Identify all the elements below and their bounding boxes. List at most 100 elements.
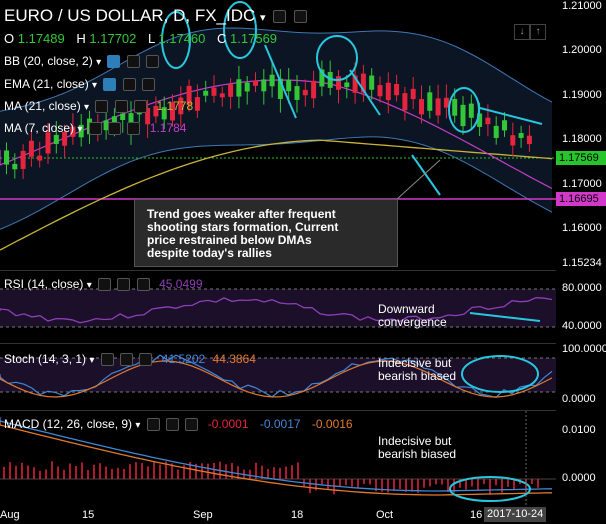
ohlc-close-value: 1.17569 bbox=[230, 31, 278, 46]
annotation-callout[interactable]: Trend goes weaker after frequent shootin… bbox=[134, 199, 398, 267]
macd-tick: 0.0100 bbox=[562, 424, 596, 436]
stoch-d-value: 44.3864 bbox=[212, 352, 256, 366]
eye-icon[interactable] bbox=[95, 100, 109, 114]
stoch-k-value: 41.5202 bbox=[161, 352, 206, 366]
candle-body bbox=[219, 93, 225, 98]
indicator-ma21[interactable]: MA (21, close) ▾ 1.1778 bbox=[4, 99, 194, 114]
time-axis[interactable]: Aug 15 Sep 18 Oct 16 2017-10-24 bbox=[0, 506, 606, 524]
eye-icon[interactable] bbox=[98, 278, 112, 292]
price-tick: 1.21000 bbox=[562, 0, 602, 12]
stoch-tick: 0.0000 bbox=[562, 393, 596, 405]
close-icon[interactable] bbox=[134, 100, 148, 114]
settings-icon[interactable] bbox=[120, 353, 134, 367]
indicator-bb-label[interactable]: BB (20, close, 2) bbox=[4, 54, 93, 68]
chevron-down-icon[interactable]: ▾ bbox=[77, 124, 82, 135]
indicator-ema-label[interactable]: EMA (21, close) bbox=[4, 77, 89, 91]
rsi-label[interactable]: RSI (14, close) bbox=[4, 277, 83, 291]
chevron-down-icon[interactable]: ▾ bbox=[96, 57, 101, 68]
stoch-legend[interactable]: Stoch (14, 3, 1) ▾ 41.5202 44.3864 bbox=[4, 352, 256, 367]
eye-icon[interactable] bbox=[107, 55, 121, 69]
macd-axis: 0.0100 0.0000 bbox=[556, 410, 606, 506]
settings-icon[interactable] bbox=[126, 55, 140, 69]
candle-body bbox=[286, 79, 292, 92]
rsi-tick: 40.0000 bbox=[562, 320, 602, 332]
chevron-down-icon[interactable]: ▾ bbox=[260, 12, 266, 24]
close-icon[interactable] bbox=[294, 10, 308, 24]
price-axis[interactable]: 1.21000 1.20000 1.19000 1.18000 1.17000 … bbox=[556, 0, 606, 269]
close-icon[interactable] bbox=[139, 353, 153, 367]
candle-body bbox=[253, 80, 258, 86]
ohlc-close-key: C bbox=[217, 31, 227, 46]
candle-body bbox=[344, 82, 350, 88]
macd-label[interactable]: MACD (12, 26, close, 9) bbox=[4, 417, 132, 431]
close-icon[interactable] bbox=[127, 122, 141, 136]
settings-icon[interactable] bbox=[114, 100, 128, 114]
time-label: 16 bbox=[470, 509, 483, 521]
trend-arrow bbox=[411, 154, 441, 196]
macd-signal-line bbox=[0, 421, 553, 496]
candle-body bbox=[20, 150, 26, 169]
chevron-down-icon[interactable]: ▾ bbox=[135, 420, 140, 431]
candle-body bbox=[203, 90, 209, 96]
candle-body bbox=[53, 134, 59, 144]
candle-body bbox=[302, 89, 308, 96]
symbol-title[interactable]: EURO / US DOLLAR, D, FX_IDC bbox=[4, 6, 255, 25]
candle-body bbox=[502, 120, 507, 131]
settings-icon[interactable] bbox=[122, 78, 136, 92]
indicator-ma7-label[interactable]: MA (7, close) bbox=[4, 121, 74, 135]
scroll-up-button[interactable]: ↑ bbox=[530, 24, 546, 40]
settings-icon[interactable] bbox=[108, 122, 122, 136]
chevron-down-icon[interactable]: ▾ bbox=[87, 280, 92, 291]
macd-note: bearish biased bbox=[378, 447, 457, 461]
close-icon[interactable] bbox=[142, 78, 156, 92]
indicator-ma7[interactable]: MA (7, close) ▾ 1.1784 bbox=[4, 121, 186, 136]
settings-icon[interactable] bbox=[117, 278, 131, 292]
candle-body bbox=[244, 82, 250, 92]
macd-legend[interactable]: MACD (12, 26, close, 9) ▾ -0.0001 -0.001… bbox=[4, 417, 353, 432]
chevron-down-icon[interactable]: ▾ bbox=[89, 355, 94, 366]
candle-body bbox=[377, 85, 383, 97]
time-label: 18 bbox=[291, 509, 304, 521]
price-tick: 1.18000 bbox=[562, 133, 602, 145]
stoch-axis: 100.0000 0.0000 bbox=[556, 343, 606, 409]
ohlc-high-key: H bbox=[76, 31, 86, 46]
chevron-down-icon[interactable]: ▾ bbox=[84, 102, 89, 113]
eye-icon[interactable] bbox=[100, 353, 114, 367]
candle-body bbox=[211, 87, 217, 96]
indicator-ma21-label[interactable]: MA (21, close) bbox=[4, 99, 81, 113]
time-label: Oct bbox=[376, 509, 394, 521]
ohlc-row: O 1.17489 H 1.17702 L 1.17460 C 1.17569 bbox=[4, 31, 277, 46]
indicator-bb[interactable]: BB (20, close, 2) ▾ bbox=[4, 54, 160, 69]
rsi-legend[interactable]: RSI (14, close) ▾ 45.0499 bbox=[4, 277, 203, 292]
stoch-pane[interactable]: Stoch (14, 3, 1) ▾ 41.5202 44.3864 Indec… bbox=[0, 343, 556, 410]
symbol-title-row[interactable]: EURO / US DOLLAR, D, FX_IDC ▾ bbox=[4, 6, 308, 26]
rsi-pane[interactable]: RSI (14, close) ▾ 45.0499 Downward conve… bbox=[0, 270, 556, 343]
candle-body bbox=[336, 76, 341, 90]
settings-icon[interactable] bbox=[166, 418, 180, 432]
price-tick: 1.16000 bbox=[562, 222, 602, 234]
settings-icon[interactable] bbox=[273, 10, 287, 24]
price-tick: 1.17000 bbox=[562, 178, 602, 190]
scroll-down-button[interactable]: ↓ bbox=[514, 24, 530, 40]
eye-icon[interactable] bbox=[103, 78, 117, 92]
price-tick: 1.20000 bbox=[562, 44, 602, 56]
close-icon[interactable] bbox=[146, 55, 160, 69]
chevron-down-icon[interactable]: ▾ bbox=[92, 80, 97, 91]
candle-body bbox=[261, 79, 267, 92]
candle-body bbox=[402, 93, 408, 111]
indicator-ema[interactable]: EMA (21, close) ▾ bbox=[4, 77, 156, 92]
candle-body bbox=[228, 84, 234, 97]
stoch-label[interactable]: Stoch (14, 3, 1) bbox=[4, 352, 86, 366]
macd-pane[interactable]: MACD (12, 26, close, 9) ▾ -0.0001 -0.001… bbox=[0, 410, 556, 507]
eye-icon[interactable] bbox=[88, 122, 102, 136]
stoch-note: bearish biased bbox=[378, 369, 457, 383]
candle-body bbox=[269, 74, 275, 87]
ohlc-open-key: O bbox=[4, 31, 15, 46]
candle-body bbox=[45, 132, 51, 154]
close-icon[interactable] bbox=[185, 418, 199, 432]
candle-body bbox=[452, 98, 458, 116]
eye-icon[interactable] bbox=[146, 418, 160, 432]
indicator-ma21-value: 1.1778 bbox=[156, 99, 194, 113]
close-icon[interactable] bbox=[136, 278, 150, 292]
rsi-note: convergence bbox=[378, 315, 447, 329]
